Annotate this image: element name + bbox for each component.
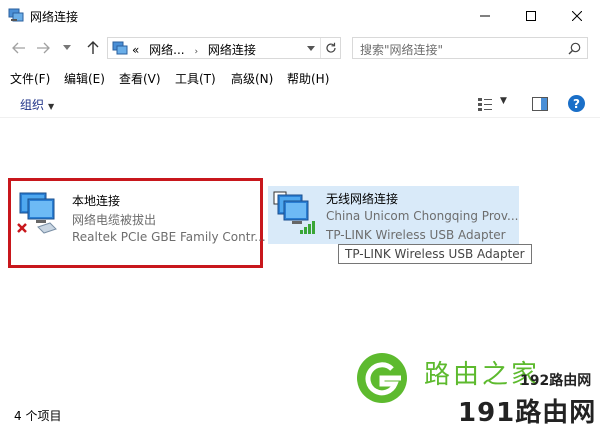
search-input[interactable]: 搜索"网络连接" [352, 37, 588, 59]
breadcrumb-item-network[interactable]: 网络... [149, 43, 184, 57]
chevron-down-icon [63, 45, 71, 50]
minimize-icon [480, 15, 490, 16]
window-title: 网络连接 [30, 10, 79, 24]
connection-status: 网络电缆被拔出 [72, 213, 157, 227]
close-button[interactable] [554, 0, 600, 31]
chevron-down-icon [307, 45, 315, 51]
arrow-right-icon [37, 42, 50, 54]
title-bar: 网络连接 [0, 0, 600, 31]
help-icon: ? [573, 96, 580, 111]
arrow-up-icon [87, 41, 99, 54]
breadcrumb-overflow[interactable]: « [132, 43, 139, 57]
maximize-icon [526, 10, 536, 21]
connection-device: Realtek PCIe GBE Family Contr... [72, 230, 266, 244]
change-view-icon[interactable] [477, 96, 493, 112]
breadcrumb-item-network-connections[interactable]: 网络连接 [208, 43, 256, 57]
organize-label: 组织 [20, 98, 45, 112]
back-button[interactable] [8, 37, 30, 59]
watermark-site-bottom: 191路由网 [458, 398, 597, 428]
forward-button[interactable] [32, 37, 54, 59]
watermark-site-top: 192路由网 [520, 373, 592, 389]
menu-tools[interactable]: 工具(T) [175, 70, 216, 87]
status-item-count: 4 个项目 [14, 409, 62, 423]
close-icon [572, 10, 582, 21]
address-dropdown-button[interactable] [302, 38, 320, 58]
search-placeholder: 搜索"网络连接" [360, 43, 444, 57]
arrow-left-icon [12, 42, 25, 54]
connection-name: 本地连接 [72, 194, 121, 208]
ethernet-disconnected-icon [17, 192, 57, 234]
breadcrumb: « 网络... › 网络连接 [132, 41, 262, 58]
up-button[interactable] [82, 37, 104, 59]
menu-help[interactable]: 帮助(H) [287, 70, 329, 87]
connection-tile-wireless[interactable]: 无线网络连接 China Unicom Chongqing Prov... TP… [268, 186, 519, 244]
menu-edit[interactable]: 编辑(E) [64, 70, 105, 87]
menu-view[interactable]: 查看(V) [119, 70, 161, 87]
menu-advanced[interactable]: 高级(N) [231, 70, 273, 87]
recent-locations-button[interactable] [56, 37, 78, 59]
organize-button[interactable]: 组织 ▼ [20, 96, 54, 113]
brand-logo-icon [357, 353, 407, 403]
help-button[interactable]: ? [568, 95, 585, 112]
connection-status: China Unicom Chongqing Prov... [326, 209, 519, 223]
chevron-down-icon: ▼ [48, 102, 55, 111]
minimize-button[interactable] [462, 0, 508, 31]
device-tooltip: TP-LINK Wireless USB Adapter [338, 244, 532, 264]
network-connections-icon [112, 41, 128, 55]
maximize-button[interactable] [508, 0, 554, 31]
command-bar: 组织 ▼ ▼ ? [0, 90, 600, 118]
refresh-icon [325, 42, 336, 53]
search-icon[interactable] [568, 42, 581, 55]
address-bar[interactable]: « 网络... › 网络连接 [107, 37, 341, 59]
menu-bar: 文件(F) 编辑(E) 查看(V) 工具(T) 高级(N) 帮助(H) [0, 66, 600, 88]
view-options-dropdown[interactable]: ▼ [500, 96, 507, 106]
connection-tile-local[interactable]: 本地连接 网络电缆被拔出 Realtek PCIe GBE Family Con… [8, 178, 266, 268]
connection-device: TP-LINK Wireless USB Adapter [326, 228, 506, 242]
connection-name: 无线网络连接 [326, 192, 399, 206]
preview-pane-icon[interactable] [532, 97, 548, 111]
network-connections-icon [8, 8, 24, 22]
chevron-right-icon[interactable]: › [194, 47, 198, 57]
menu-file[interactable]: 文件(F) [10, 70, 50, 87]
refresh-button[interactable] [320, 38, 340, 58]
wireless-signal-icon [273, 191, 315, 234]
navigation-bar: « 网络... › 网络连接 搜索"网络连接" [0, 31, 600, 65]
